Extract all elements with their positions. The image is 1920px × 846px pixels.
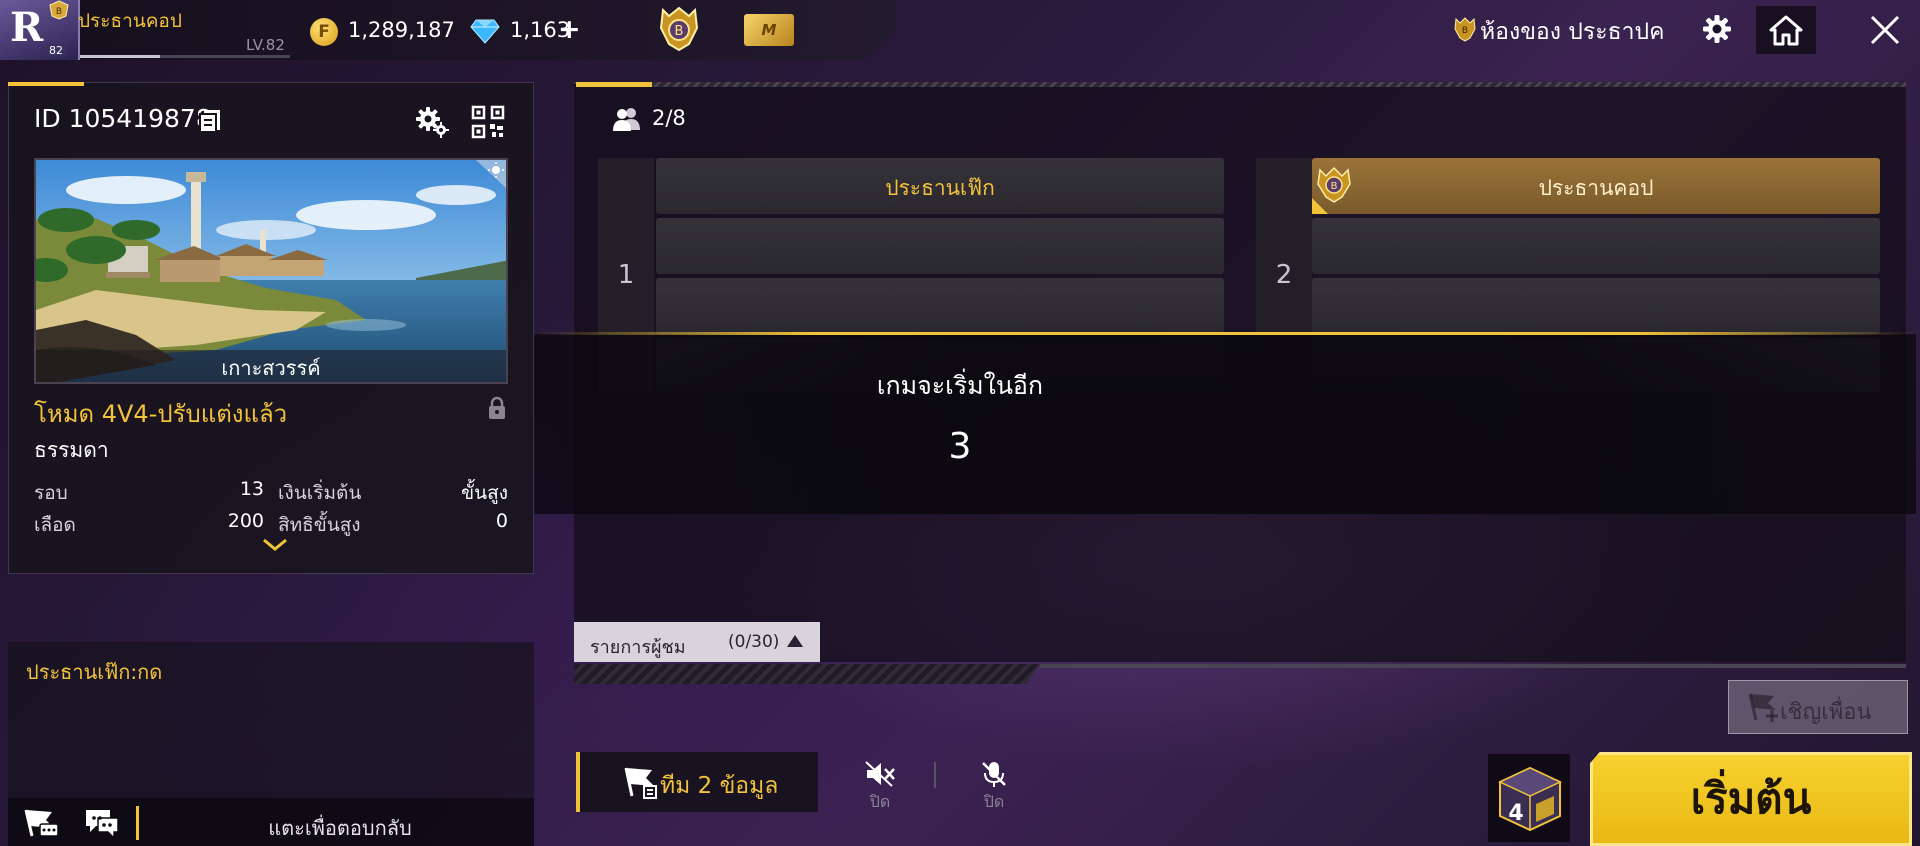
spectator-count: (0/30) <box>728 632 780 652</box>
start-money-value: ขั้นสูง <box>461 482 508 504</box>
gold-coin-icon: F <box>310 18 338 46</box>
chat-message: ประธานเฟ๊ก:กด <box>26 660 163 684</box>
spectator-list-label: รายการผู้ชม <box>590 637 686 658</box>
svg-text:B: B <box>675 24 684 39</box>
avatar-letter: R <box>10 4 44 51</box>
close-icon <box>1870 15 1900 45</box>
panel-accent <box>8 82 84 86</box>
close-button[interactable] <box>1858 6 1912 54</box>
rounds-label: รอบ <box>34 482 68 504</box>
team-1-slot-2[interactable] <box>656 218 1224 274</box>
countdown-top-line <box>534 332 1916 335</box>
home-icon <box>1769 15 1803 46</box>
start-button-label: เริ่มต้น <box>1690 774 1812 823</box>
advanced-rights-label: สิทธิขั้นสูง <box>278 514 361 536</box>
invite-flag-icon <box>1748 693 1778 722</box>
hp-value: 200 <box>227 510 264 532</box>
rank-emblem-icon[interactable]: B <box>655 6 703 52</box>
speaker-muted-icon[interactable] <box>864 760 896 788</box>
team-2-slot-3[interactable] <box>1312 278 1880 334</box>
gold-value: 1,289,187 <box>348 18 455 42</box>
team-area-accent <box>576 82 652 87</box>
countdown-value: 3 <box>948 426 972 467</box>
diamond-icon <box>470 19 500 44</box>
mvp-card-icon[interactable]: M <box>744 14 794 46</box>
start-money-label: เงินเริ่มต้น <box>278 482 362 504</box>
copy-icon[interactable] <box>198 108 222 134</box>
team-1-slot-1-player-name: ประธานเฟ๊ก <box>885 176 995 200</box>
countdown-overlay <box>534 334 1916 514</box>
team-1-number: 1 <box>617 260 635 290</box>
avatar-level-tag: 82 <box>46 44 66 57</box>
chevron-down-icon[interactable] <box>262 538 288 552</box>
room-owner-rank-icon: B <box>1454 17 1476 42</box>
team-1-slot-3[interactable] <box>656 278 1224 334</box>
caret-up-icon <box>787 635 803 647</box>
players-icon <box>613 108 640 131</box>
chat-divider <box>136 806 139 840</box>
advanced-rights-value: 0 <box>495 510 508 532</box>
team-2-slot-1-player-name: ประธานคอป <box>1538 176 1654 200</box>
avatar-rank-badge-icon: B <box>49 0 69 20</box>
xp-bar-fill <box>80 55 160 58</box>
mode-subtitle: ธรรมดา <box>34 438 109 462</box>
team-2-number: 2 <box>1275 260 1293 290</box>
quick-message-flag-icon[interactable] <box>22 806 60 840</box>
gear-icon[interactable] <box>1700 12 1734 46</box>
player-name: ประธานคอป <box>78 10 182 32</box>
players-count: 2/8 <box>652 106 686 130</box>
svg-text:B: B <box>56 7 62 17</box>
game-mode-cube-icon: 4 <box>1498 766 1562 832</box>
team-area-stripe <box>652 82 1906 87</box>
home-button[interactable] <box>1756 6 1816 54</box>
countdown-label: เกมจะเริ่มในอีก <box>876 371 1044 400</box>
room-id: ID 105419878 <box>34 104 212 133</box>
team-info-label: ทีม 2 ข้อมูล <box>660 773 779 799</box>
svg-text:4: 4 <box>1508 801 1523 826</box>
invite-friends-label: เชิญเพื่อน <box>1780 700 1872 725</box>
chat-reply-input[interactable]: แตะเพื่อตอบกลับ <box>150 812 530 844</box>
sun-icon <box>476 160 506 188</box>
team-2-slot-2[interactable] <box>1312 218 1880 274</box>
hp-label: เลือด <box>34 514 76 536</box>
svg-text:B: B <box>1462 26 1468 36</box>
chat-bubble-icon[interactable] <box>84 806 120 840</box>
mic-status-label: ปิด <box>983 792 1005 811</box>
add-diamonds-button[interactable]: + <box>558 14 581 45</box>
rounds-value: 13 <box>239 478 264 500</box>
start-button[interactable]: เริ่มต้น <box>1590 752 1912 846</box>
lock-icon <box>489 396 505 419</box>
mode-title: โหมด 4V4-ปรับแต่งแล้ว <box>34 400 288 428</box>
speaker-status-label: ปิด <box>869 792 891 811</box>
player-level: LV.82 <box>246 36 285 54</box>
team-area-bottom-line <box>1040 664 1906 668</box>
voice-divider <box>934 762 936 788</box>
team-flag-icon <box>624 767 657 799</box>
qr-code-icon[interactable] <box>470 104 506 140</box>
map-name: เกาะสวรรค์ <box>221 356 321 380</box>
mic-muted-icon[interactable] <box>980 760 1008 788</box>
team-area-bottom-stripe <box>574 664 1040 684</box>
room-title: ห้องของ ประธาปค <box>1480 19 1665 45</box>
room-settings-icon[interactable] <box>414 104 450 138</box>
